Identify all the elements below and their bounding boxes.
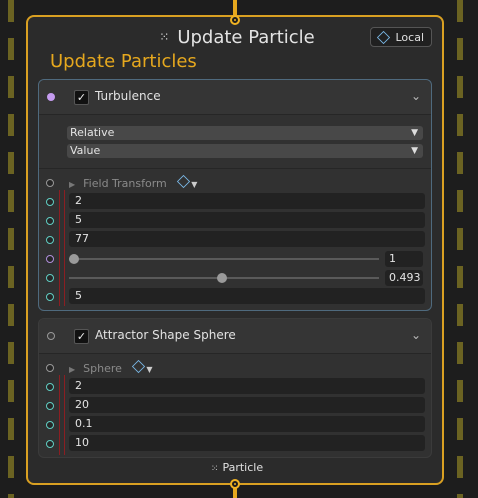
lacunarity-field[interactable]: 5 bbox=[69, 288, 425, 304]
seed-field[interactable]: 77 bbox=[69, 231, 425, 247]
input-socket[interactable] bbox=[46, 198, 54, 206]
turbulence-enable-checkbox[interactable]: ✓ bbox=[74, 90, 89, 105]
expand-triangle-icon: ▶ bbox=[69, 180, 76, 189]
turbulence-block[interactable]: ✓ Turbulence ⌄ Relative ▼ Value ▼ ▶ Field T… bbox=[38, 79, 432, 311]
input-socket[interactable] bbox=[46, 293, 54, 301]
space-dropdown[interactable]: Relative ▼ bbox=[67, 126, 423, 140]
sphere-header[interactable]: ▶ Sphere ▼ bbox=[69, 359, 153, 375]
caret-down-icon: ▼ bbox=[146, 365, 153, 374]
input-socket[interactable] bbox=[46, 255, 54, 263]
attraction-speed-field[interactable]: 20 bbox=[69, 397, 425, 413]
cube-icon bbox=[377, 30, 391, 44]
stick-distance-field[interactable]: 10 bbox=[69, 435, 425, 451]
sphere-socket[interactable] bbox=[46, 364, 54, 372]
input-socket[interactable] bbox=[46, 402, 54, 410]
attractor-label: Attractor Shape Sphere bbox=[95, 328, 236, 342]
dropdown-arrow-icon: ▼ bbox=[411, 146, 418, 156]
octaves-value[interactable]: 1 bbox=[385, 251, 423, 267]
block-input-socket[interactable] bbox=[47, 93, 55, 101]
divider bbox=[39, 353, 431, 354]
turbulence-header[interactable]: ✓ Turbulence ⌄ bbox=[39, 80, 431, 114]
frequency-field[interactable]: 5 bbox=[69, 212, 425, 228]
particle-dots-icon: ⁙ bbox=[210, 464, 219, 474]
attraction-force-field[interactable]: 0.1 bbox=[69, 416, 425, 432]
local-label: Local bbox=[395, 30, 424, 44]
link-wires bbox=[59, 375, 65, 455]
attractor-header[interactable]: ✓ Attractor Shape Sphere ⌄ bbox=[39, 319, 431, 353]
roughness-slider-handle[interactable] bbox=[216, 273, 227, 283]
divider bbox=[39, 168, 431, 169]
field-transform-socket[interactable] bbox=[46, 179, 54, 187]
cube-icon bbox=[177, 174, 191, 189]
caret-down-icon: ▼ bbox=[191, 180, 198, 189]
right-edge-dashes bbox=[457, 0, 463, 498]
update-particle-node[interactable]: ⁙ Update Particle Local Update Particles … bbox=[26, 15, 444, 485]
input-socket[interactable] bbox=[46, 383, 54, 391]
context-title: Update Particles bbox=[50, 51, 197, 72]
dropdown-arrow-icon: ▼ bbox=[411, 128, 418, 138]
divider bbox=[39, 114, 431, 115]
expand-triangle-icon: ▶ bbox=[69, 365, 76, 374]
intensity-field[interactable]: 2 bbox=[69, 193, 425, 209]
flow-input-port[interactable] bbox=[230, 15, 240, 25]
chevron-down-icon[interactable]: ⌄ bbox=[411, 89, 421, 103]
output-label: ⁙ Particle bbox=[210, 461, 264, 474]
flow-connection-top bbox=[233, 0, 237, 16]
turbulence-label: Turbulence bbox=[95, 89, 161, 103]
chevron-down-icon[interactable]: ⌄ bbox=[411, 328, 421, 342]
input-socket[interactable] bbox=[46, 236, 54, 244]
mode-dropdown[interactable]: Value ▼ bbox=[67, 144, 423, 158]
particle-dots-icon: ⁙ bbox=[159, 30, 170, 44]
flow-connection-bottom bbox=[233, 488, 237, 498]
local-space-button[interactable]: Local bbox=[370, 27, 432, 47]
octaves-slider-handle[interactable] bbox=[69, 254, 79, 264]
input-socket[interactable] bbox=[46, 440, 54, 448]
attractor-block[interactable]: ✓ Attractor Shape Sphere ⌄ ▶ Sphere ▼ 2 2… bbox=[38, 318, 432, 458]
roughness-value[interactable]: 0.493 bbox=[385, 270, 423, 286]
cube-icon bbox=[132, 359, 146, 374]
field-transform-header[interactable]: ▶ Field Transform ▼ bbox=[69, 174, 198, 190]
block-input-socket[interactable] bbox=[47, 332, 55, 340]
octaves-slider-track[interactable] bbox=[69, 258, 379, 260]
input-socket[interactable] bbox=[46, 217, 54, 225]
flow-output-port[interactable] bbox=[230, 479, 240, 489]
left-edge-dashes bbox=[8, 0, 14, 498]
input-socket[interactable] bbox=[46, 421, 54, 429]
input-socket[interactable] bbox=[46, 274, 54, 282]
attractor-enable-checkbox[interactable]: ✓ bbox=[74, 329, 89, 344]
link-wires bbox=[59, 190, 65, 306]
sphere-center-field[interactable]: 2 bbox=[69, 378, 425, 394]
